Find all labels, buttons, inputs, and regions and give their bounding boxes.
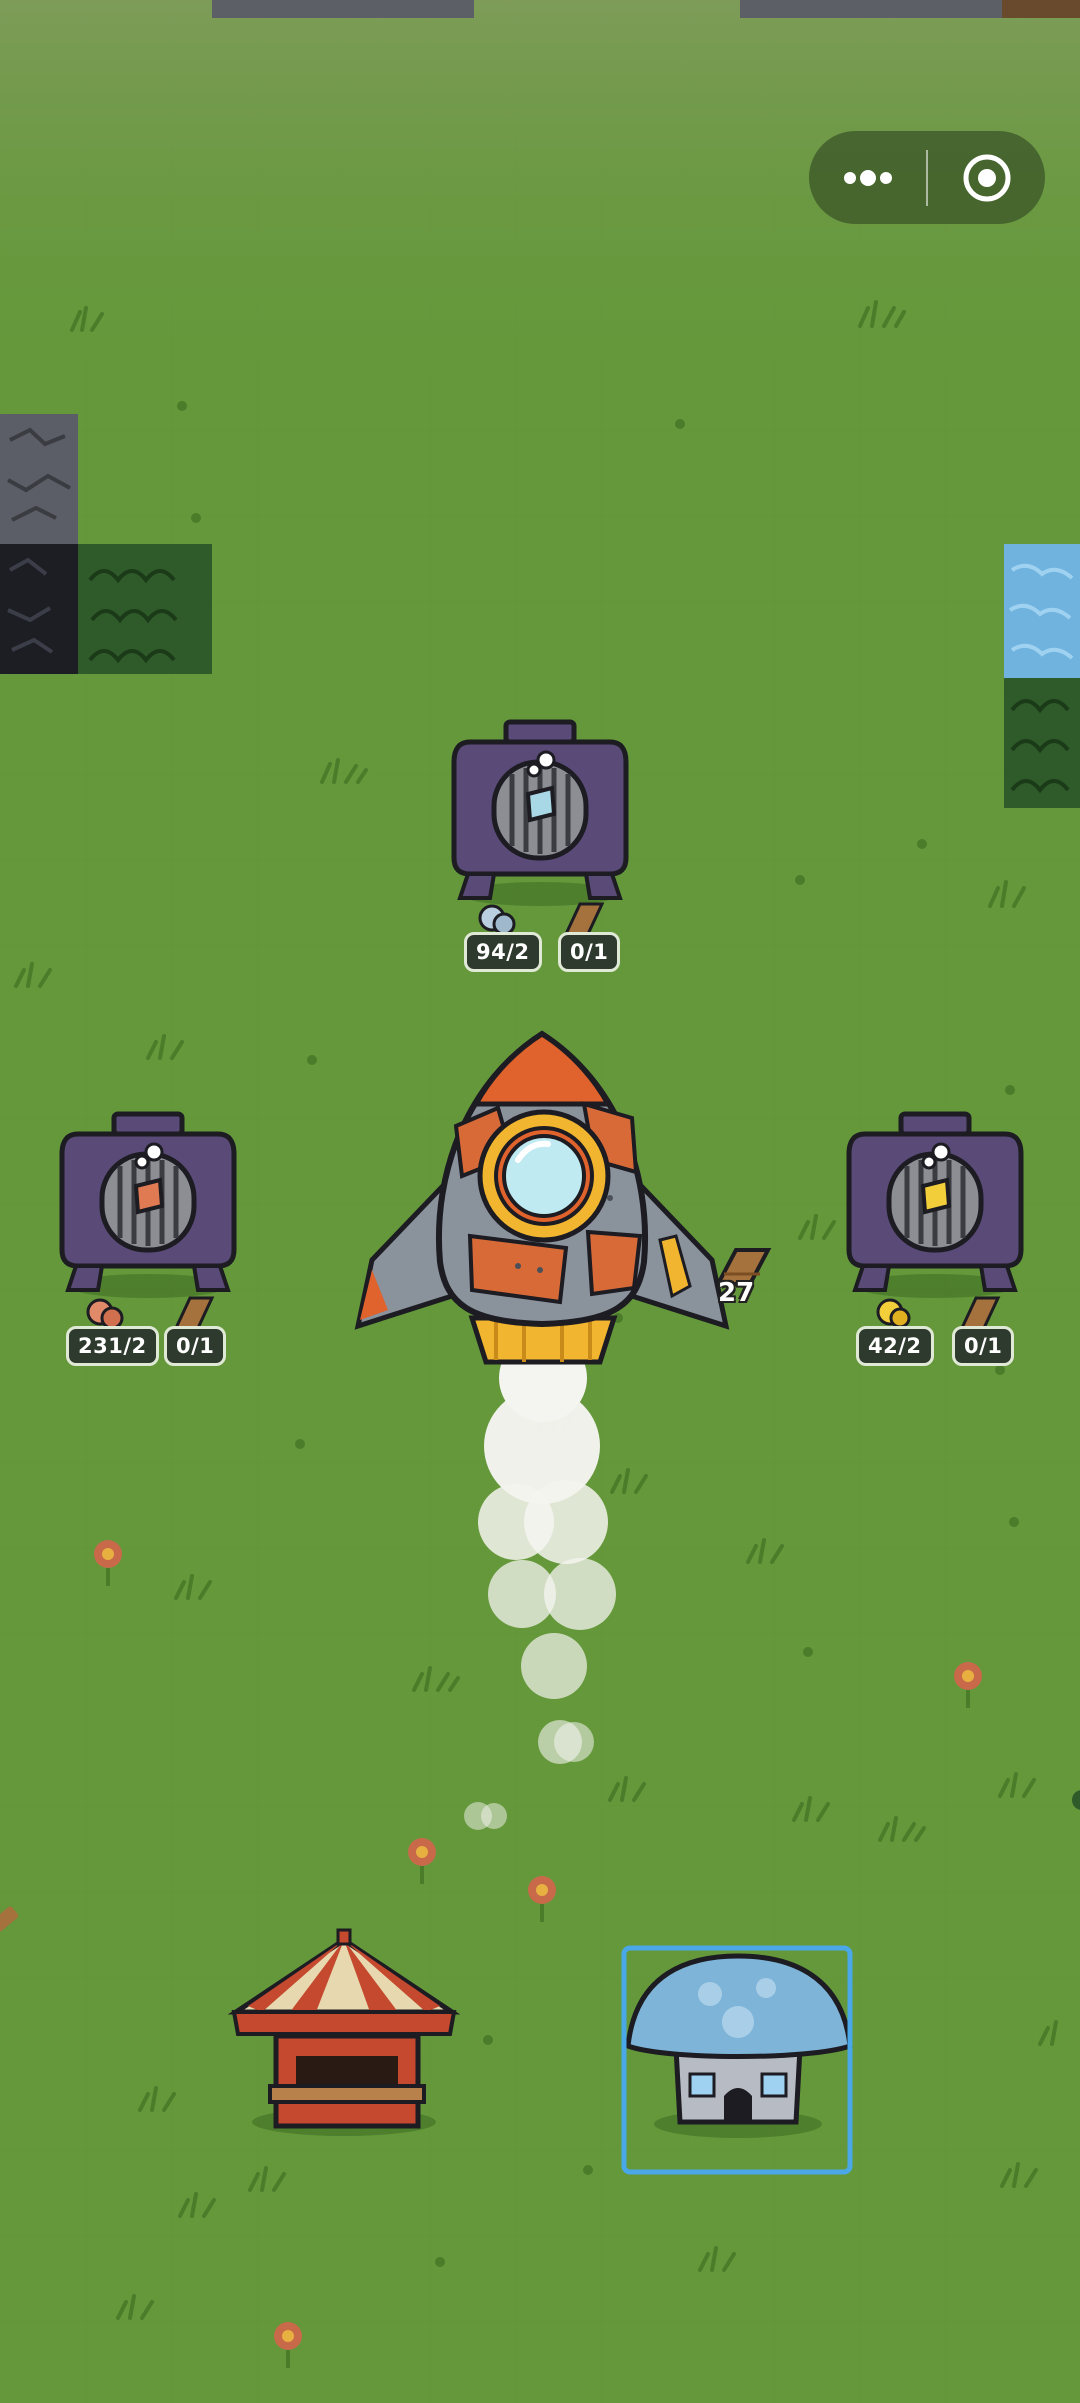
wood-count-badge: 0/1 — [164, 1326, 227, 1366]
coal-tile — [0, 544, 78, 674]
close-button[interactable] — [928, 131, 1045, 224]
bush-tile — [78, 544, 212, 674]
menu-capsule — [809, 131, 1045, 224]
bush-tile — [1004, 678, 1080, 808]
generator-left-hitbox[interactable] — [60, 1112, 236, 1294]
water-tile — [1004, 544, 1080, 678]
stone-tile — [0, 414, 78, 544]
market-tent-hitbox[interactable] — [232, 1926, 456, 2136]
generator-right-hitbox[interactable] — [846, 1112, 1022, 1294]
wood-count-badge: 0/1 — [558, 932, 621, 972]
more-dots-icon — [843, 169, 892, 186]
resource-count-badge: 94/2 — [464, 932, 542, 972]
rocket-hitbox[interactable] — [356, 1030, 728, 1364]
wood-count-badge: 0/1 — [952, 1326, 1015, 1366]
target-close-icon — [963, 154, 1010, 201]
more-button[interactable] — [809, 131, 926, 224]
generator-top-hitbox[interactable] — [452, 720, 628, 902]
resource-count-badge: 42/2 — [856, 1326, 934, 1366]
mushroom-house-hitbox[interactable] — [624, 1948, 850, 2172]
resource-count-badge: 231/2 — [66, 1326, 159, 1366]
